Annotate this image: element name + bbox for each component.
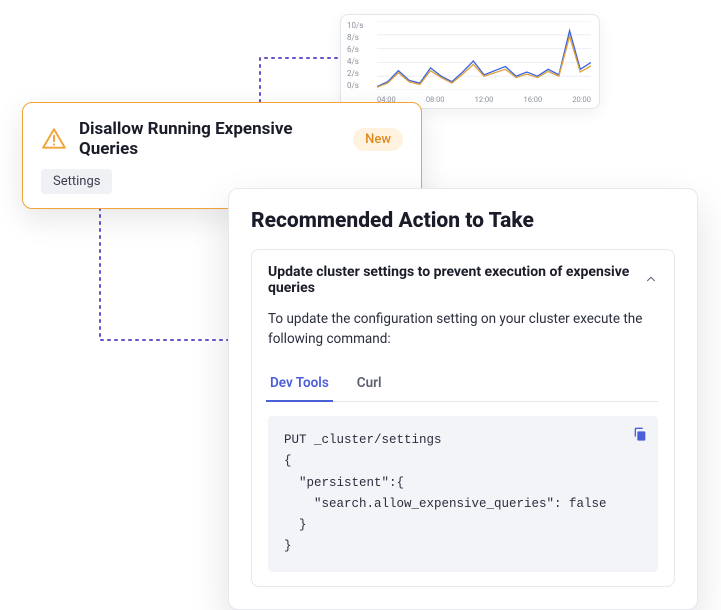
recommendation-card: Recommended Action to Take Update cluste…	[228, 188, 698, 610]
metrics-chart-card: 10/s 8/s 6/s 4/s 2/s 0/s 04:00 08:00 12:…	[340, 14, 600, 109]
accordion-title: Update cluster settings to prevent execu…	[268, 264, 634, 296]
chart-y-axis: 10/s 8/s 6/s 4/s 2/s 0/s	[347, 21, 375, 90]
new-badge: New	[353, 128, 403, 151]
copy-icon[interactable]	[632, 426, 648, 450]
code-block: PUT _cluster/settings { "persistent":{ "…	[268, 416, 658, 572]
chevron-up-icon	[644, 271, 658, 290]
accordion-header[interactable]: Update cluster settings to prevent execu…	[268, 264, 658, 296]
accordion-panel: Update cluster settings to prevent execu…	[251, 249, 675, 587]
accordion-description: To update the configuration setting on y…	[268, 310, 658, 349]
code-content: PUT _cluster/settings { "persistent":{ "…	[284, 433, 607, 553]
code-tabs: Dev Tools Curl	[268, 367, 658, 402]
tab-curl[interactable]: Curl	[355, 367, 384, 401]
settings-chip[interactable]: Settings	[41, 169, 112, 194]
chart-plot-area	[377, 21, 591, 90]
tab-dev-tools[interactable]: Dev Tools	[268, 367, 331, 401]
alert-title: Disallow Running Expensive Queries	[79, 119, 341, 159]
warning-icon	[41, 126, 67, 152]
recommendation-title: Recommended Action to Take	[251, 209, 675, 233]
